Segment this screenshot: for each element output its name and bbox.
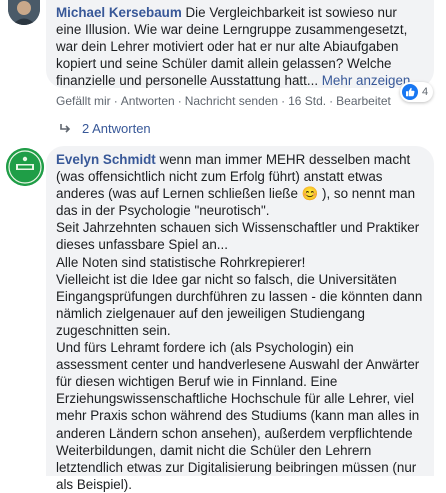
reply-arrow-icon xyxy=(60,121,74,136)
view-replies-label: 2 Antworten xyxy=(82,121,151,136)
avatar-michael[interactable] xyxy=(8,0,40,25)
avatar-evelyn[interactable] xyxy=(6,148,44,186)
comment-author-michael[interactable]: Michael Kersebaum xyxy=(56,5,182,20)
edited-label[interactable]: Bearbeitet xyxy=(336,94,391,108)
like-icon xyxy=(402,84,418,100)
show-more-link[interactable]: Mehr anzeigen xyxy=(322,73,411,88)
view-replies-link[interactable]: 2 Antworten xyxy=(60,121,151,136)
like-link[interactable]: Gefällt mir xyxy=(56,94,111,108)
comment-actions-michael: Gefällt mir · Antworten · Nachricht senden · 1… xyxy=(56,94,391,108)
avatar-logo-icon xyxy=(6,148,44,186)
send-message-link[interactable]: Nachricht senden xyxy=(185,94,278,108)
timestamp[interactable]: 16 Std. xyxy=(288,94,326,108)
avatar-photo-icon xyxy=(8,0,40,25)
comment-bubble-michael: Michael Kersebaum Die Vergleichbarkeit i… xyxy=(46,0,434,88)
reply-link[interactable]: Antworten xyxy=(121,94,175,108)
reaction-count-badge[interactable]: 4 xyxy=(400,82,434,102)
reaction-count: 4 xyxy=(422,86,429,98)
comment-text-evelyn: wenn man immer MEHR desselben macht (was… xyxy=(56,152,423,492)
comment-body-michael: Michael Kersebaum Die Vergleichbarkeit i… xyxy=(56,4,424,89)
comment-author-evelyn[interactable]: Evelyn Schmidt xyxy=(56,152,156,167)
comment-body-evelyn: Evelyn Schmidt wenn man immer MEHR desse… xyxy=(56,151,424,493)
comment-bubble-evelyn: Evelyn Schmidt wenn man immer MEHR desse… xyxy=(46,146,434,492)
